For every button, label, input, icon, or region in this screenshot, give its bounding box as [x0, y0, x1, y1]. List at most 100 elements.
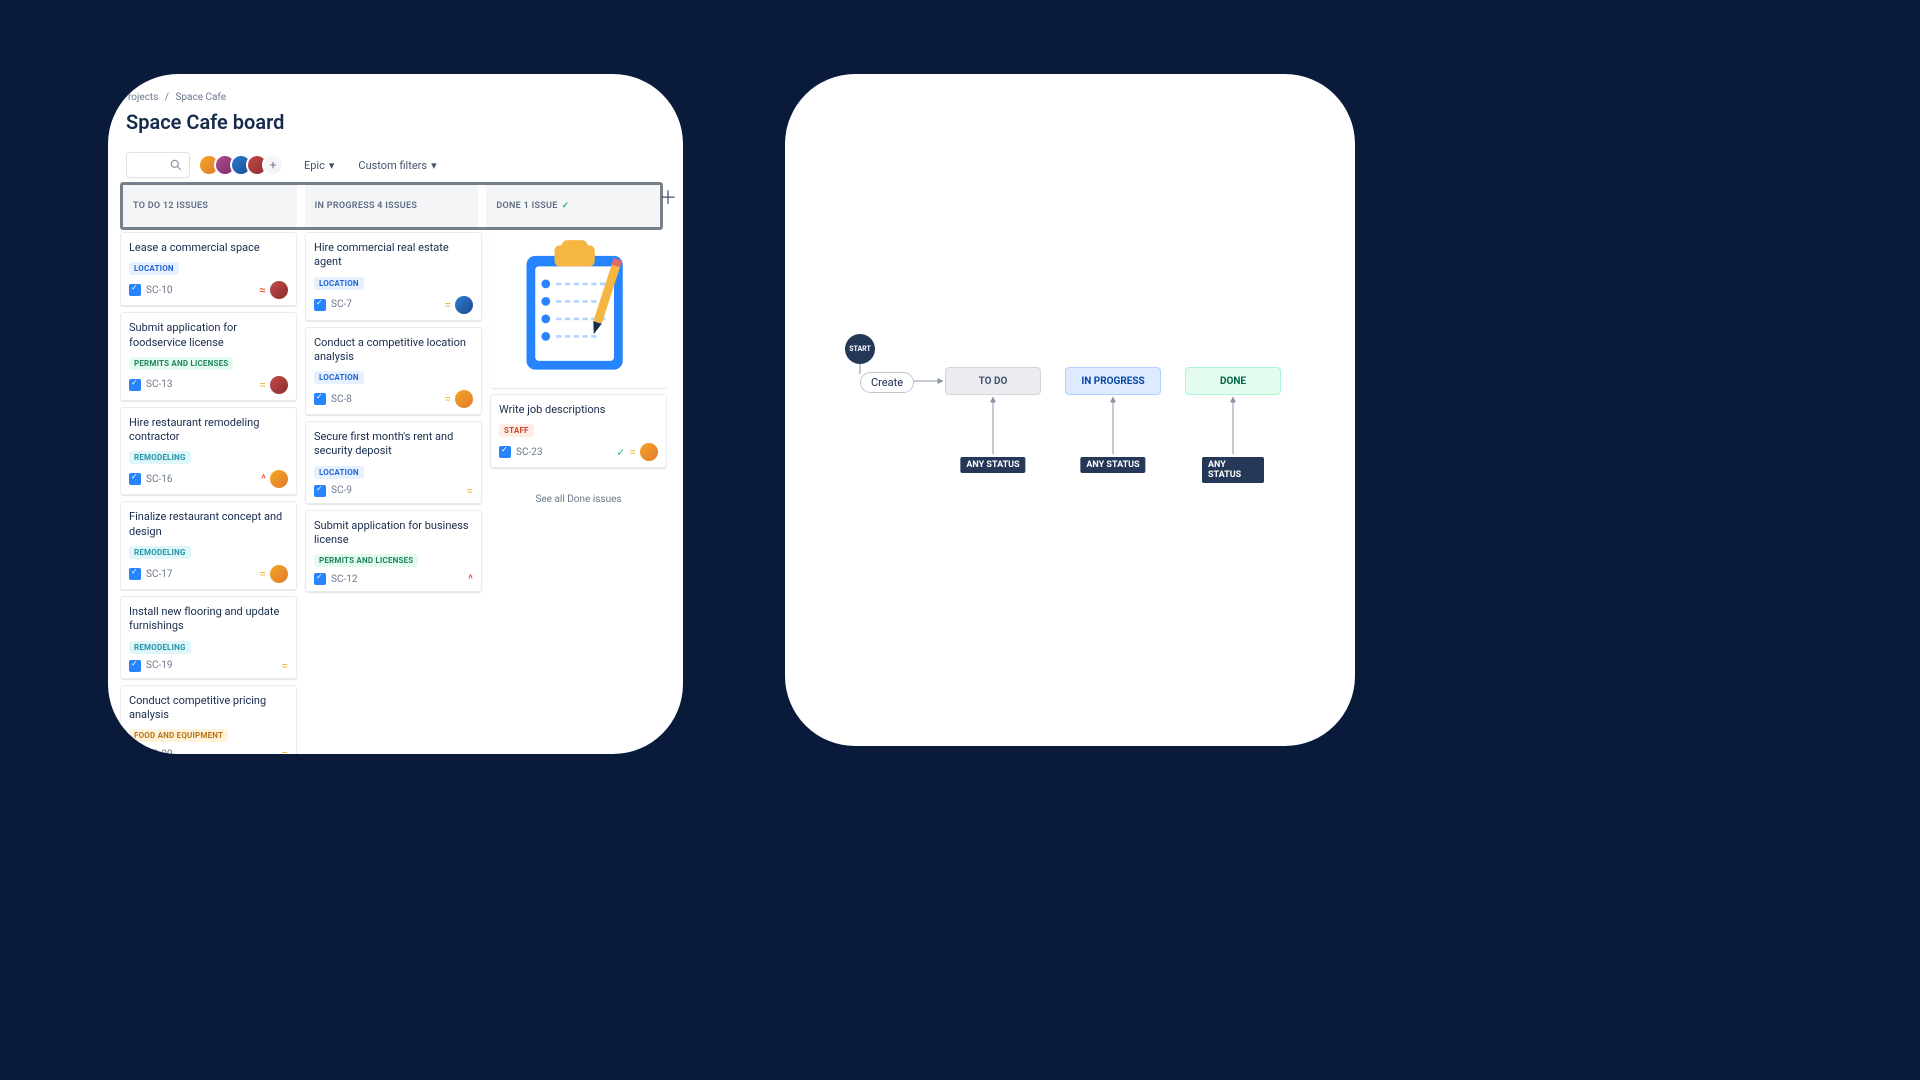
priority-medium-icon: =: [629, 446, 636, 458]
workflow-status-todo[interactable]: TO DO: [945, 367, 1041, 395]
breadcrumb[interactable]: rojects / Space Cafe: [128, 92, 226, 103]
workflow-status-done[interactable]: DONE: [1185, 367, 1281, 395]
issue-card[interactable]: Write job descriptions STAFF SC-23 ✓ =: [490, 394, 667, 468]
epic-tag[interactable]: FOOD AND EQUIPMENT: [129, 729, 228, 742]
column-header-done[interactable]: DONE 1 ISSUE ✓: [486, 185, 660, 227]
search-input[interactable]: [126, 152, 190, 178]
epic-dropdown[interactable]: Epic ▾: [304, 159, 334, 172]
epic-tag[interactable]: STAFF: [499, 424, 534, 437]
issue-card[interactable]: Secure first month's rent and security d…: [305, 421, 482, 504]
issue-key[interactable]: SC-19: [146, 660, 172, 671]
board-toolbar: + Epic ▾ Custom filters ▾: [126, 152, 437, 178]
issue-card[interactable]: Finalize restaurant concept and designRE…: [120, 501, 297, 590]
issue-card[interactable]: Conduct a competitive location analysis L…: [305, 327, 482, 416]
issue-key[interactable]: SC-8: [331, 394, 352, 405]
workflow-create-transition[interactable]: Create: [860, 372, 914, 393]
epic-tag[interactable]: PERMITS AND LICENSES: [314, 554, 418, 567]
workflow-any-status-label[interactable]: ANY STATUS: [1202, 457, 1264, 483]
workflow-any-status-label[interactable]: ANY STATUS: [960, 457, 1025, 473]
issue-card[interactable]: Hire commercial real estate agent LOCATIO…: [305, 232, 482, 321]
chevron-down-icon: ▾: [329, 159, 335, 172]
assignee-avatar[interactable]: [455, 296, 473, 314]
issue-type-task-icon: [314, 393, 326, 405]
done-illustration: [490, 232, 667, 388]
breadcrumb-project[interactable]: Space Cafe: [175, 92, 226, 103]
issue-title: Hire restaurant remodeling contractor: [129, 416, 288, 445]
issue-title: Submit application for foodservice licen…: [129, 321, 288, 350]
epic-tag[interactable]: PERMITS AND LICENSES: [129, 357, 233, 370]
priority-medium-icon: =: [444, 393, 451, 405]
add-people-button[interactable]: +: [262, 154, 284, 176]
issue-card[interactable]: Lease a commercial spaceLOCATIONSC-10≈: [120, 232, 297, 306]
chevron-down-icon: ▾: [431, 159, 437, 172]
assignee-avatar[interactable]: [455, 390, 473, 408]
breadcrumb-projects[interactable]: rojects: [128, 92, 158, 103]
workflow-status-inprogress[interactable]: IN PROGRESS: [1065, 367, 1161, 395]
issue-type-task-icon: [314, 299, 326, 311]
priority-medium-icon: =: [259, 379, 266, 391]
priority-high-icon: ^: [468, 573, 473, 585]
search-icon: [169, 158, 183, 172]
epic-tag[interactable]: LOCATION: [314, 277, 364, 290]
issue-card[interactable]: Submit application for foodservice licen…: [120, 312, 297, 401]
epic-tag[interactable]: LOCATION: [314, 371, 364, 384]
column-todo: Lease a commercial spaceLOCATIONSC-10≈Su…: [120, 232, 297, 754]
avatar-group[interactable]: +: [198, 154, 284, 176]
priority-medium-icon: =: [444, 299, 451, 311]
custom-filters-dropdown[interactable]: Custom filters ▾: [358, 159, 436, 172]
custom-filters-label: Custom filters: [358, 159, 427, 172]
issue-type-task-icon: [129, 473, 141, 485]
issue-type-task-icon: [314, 485, 326, 497]
issue-title: Hire commercial real estate agent: [314, 241, 473, 270]
issue-key[interactable]: SC-16: [146, 474, 172, 485]
issue-key[interactable]: SC-20: [146, 749, 172, 754]
epic-tag[interactable]: REMODELING: [129, 546, 191, 559]
issue-title: Install new flooring and update furnishi…: [129, 605, 288, 634]
issue-type-task-icon: [314, 573, 326, 585]
priority-medium-icon: =: [281, 660, 288, 672]
issue-key[interactable]: SC-13: [146, 379, 172, 390]
workflow-start[interactable]: START: [845, 334, 875, 364]
assignee-avatar[interactable]: [640, 443, 658, 461]
assignee-avatar[interactable]: [270, 470, 288, 488]
issue-type-task-icon: [129, 379, 141, 391]
breadcrumb-sep: /: [165, 92, 169, 103]
issue-key[interactable]: SC-7: [331, 299, 352, 310]
issue-key[interactable]: SC-10: [146, 285, 172, 296]
workflow-any-status-label[interactable]: ANY STATUS: [1080, 457, 1145, 473]
epic-tag[interactable]: REMODELING: [129, 451, 191, 464]
priority-high-icon: ^: [261, 473, 266, 485]
jira-board-panel: rojects / Space Cafe Space Cafe board + …: [108, 74, 683, 754]
issue-key[interactable]: SC-17: [146, 569, 172, 580]
issue-card[interactable]: Submit application for business license P…: [305, 510, 482, 593]
column-header-todo[interactable]: TO DO 12 ISSUES: [123, 185, 297, 227]
column-header-inprogress[interactable]: IN PROGRESS 4 ISSUES: [305, 185, 479, 227]
issue-title: Conduct competitive pricing analysis: [129, 694, 288, 723]
done-check-icon: ✓: [616, 446, 625, 459]
issue-title: Lease a commercial space: [129, 241, 288, 255]
priority-medium-icon: =: [466, 485, 473, 497]
priority-medium-icon: =: [281, 748, 288, 754]
issue-title: Conduct a competitive location analysis: [314, 336, 473, 365]
assignee-avatar[interactable]: [270, 376, 288, 394]
epic-label: Epic: [304, 159, 325, 172]
assignee-avatar[interactable]: [270, 565, 288, 583]
issue-key[interactable]: SC-9: [331, 485, 352, 496]
issue-card[interactable]: Hire restaurant remodeling contractor REM…: [120, 407, 297, 496]
issue-key[interactable]: SC-23: [516, 447, 542, 458]
see-all-done-link[interactable]: See all Done issues: [490, 494, 667, 505]
issue-card[interactable]: Install new flooring and update furnishi…: [120, 596, 297, 679]
issue-key[interactable]: SC-12: [331, 574, 357, 585]
column-header-done-label: DONE 1 ISSUE: [496, 201, 557, 211]
assignee-avatar[interactable]: [270, 281, 288, 299]
epic-tag[interactable]: LOCATION: [129, 262, 179, 275]
epic-tag[interactable]: REMODELING: [129, 641, 191, 654]
epic-tag[interactable]: LOCATION: [314, 466, 364, 479]
add-column-button[interactable]: ＋: [655, 184, 681, 210]
issue-type-task-icon: [129, 660, 141, 672]
issue-title: Write job descriptions: [499, 403, 658, 417]
column-inprogress: Hire commercial real estate agent LOCATIO…: [305, 232, 482, 754]
issue-type-task-icon: [499, 446, 511, 458]
issue-card[interactable]: Conduct competitive pricing analysis FOOD…: [120, 685, 297, 754]
issue-title: Submit application for business license: [314, 519, 473, 548]
